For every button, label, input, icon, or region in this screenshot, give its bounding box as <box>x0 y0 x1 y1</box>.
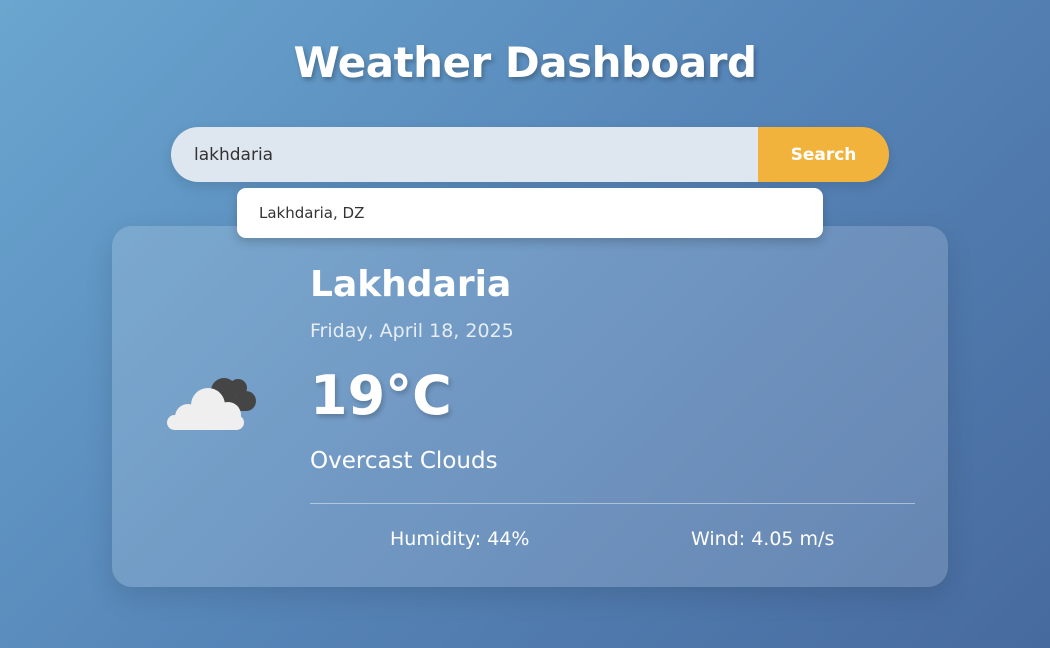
suggestions-dropdown: Lakhdaria, DZ <box>237 188 823 238</box>
wind-text: Wind: 4.05 m/s <box>691 528 835 550</box>
date-text: Friday, April 18, 2025 <box>310 320 514 342</box>
weather-card: Lakhdaria Friday, April 18, 2025 19°C Ov… <box>112 226 948 587</box>
suggestion-item[interactable]: Lakhdaria, DZ <box>237 188 823 238</box>
temperature: 19°C <box>310 364 452 427</box>
search-bar: Search <box>171 127 889 182</box>
page-title: Weather Dashboard <box>293 38 757 87</box>
search-input[interactable] <box>171 127 758 182</box>
overcast-clouds-icon <box>167 378 256 430</box>
divider <box>310 503 915 504</box>
weather-description: Overcast Clouds <box>310 448 498 474</box>
city-name: Lakhdaria <box>310 264 512 305</box>
humidity-text: Humidity: 44% <box>390 528 530 550</box>
search-button[interactable]: Search <box>758 127 889 182</box>
